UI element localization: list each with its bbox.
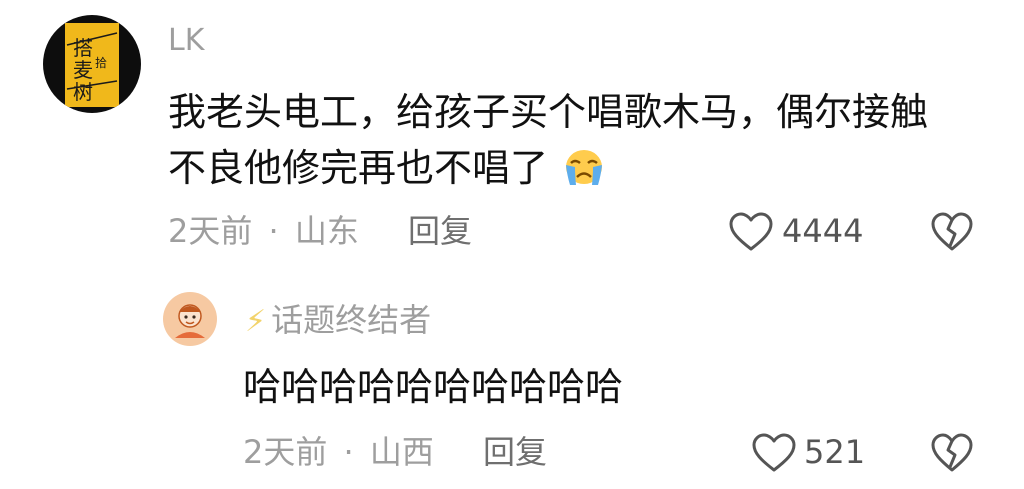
meta-separator: · — [268, 212, 279, 250]
like-count: 4444 — [782, 212, 864, 250]
reply-avatar[interactable] — [163, 292, 217, 346]
reply-meta: 2天前 · 山西 — [243, 432, 434, 472]
comment-text-line1: 我老头电工，给孩子买个唱歌木马，偶尔接触 — [168, 90, 929, 134]
reply-like-count: 521 — [804, 433, 866, 471]
commenter-username[interactable]: LK — [168, 24, 204, 58]
heart-icon[interactable] — [728, 212, 774, 252]
dislike-broken-heart-icon[interactable] — [930, 212, 974, 252]
reply-location: 山西 — [369, 433, 434, 471]
svg-text:树: 树 — [73, 80, 93, 104]
comment-text-line2-text: 不良他修完再也不唱了 — [168, 146, 549, 190]
heart-icon[interactable] — [751, 433, 797, 473]
avatar-cartoon-icon — [175, 304, 205, 338]
comment-meta: 2天前 · 山东 — [168, 211, 359, 251]
comment-text-line2: 不良他修完再也不唱了 — [168, 140, 1008, 202]
reply-username-row: ⚡ 话题终结者 — [245, 301, 431, 345]
comment-time: 2天前 — [168, 212, 253, 250]
reply-time: 2天前 — [243, 433, 328, 471]
svg-text:拾: 拾 — [95, 55, 107, 70]
svg-text:麦: 麦 — [73, 58, 93, 82]
lightning-badge-icon: ⚡ — [245, 304, 267, 339]
dislike-broken-heart-icon[interactable] — [930, 433, 974, 473]
reply-reply-button[interactable]: 回复 — [483, 432, 547, 472]
meta-separator: · — [343, 433, 354, 471]
commenter-avatar[interactable]: 搭 麦 树 拾 — [43, 15, 141, 113]
comment-text: 我老头电工，给孩子买个唱歌木马，偶尔接触 不良他修完再也不唱了 — [168, 84, 1008, 202]
comment-reply-button[interactable]: 回复 — [408, 211, 472, 251]
crying-face-icon — [562, 146, 606, 202]
reply-username[interactable]: 话题终结者 — [271, 301, 431, 339]
avatar-logo-icon: 搭 麦 树 拾 — [65, 23, 119, 107]
reply-text: 哈哈哈哈哈哈哈哈哈哈 — [243, 365, 624, 409]
comment-location: 山东 — [294, 212, 359, 250]
